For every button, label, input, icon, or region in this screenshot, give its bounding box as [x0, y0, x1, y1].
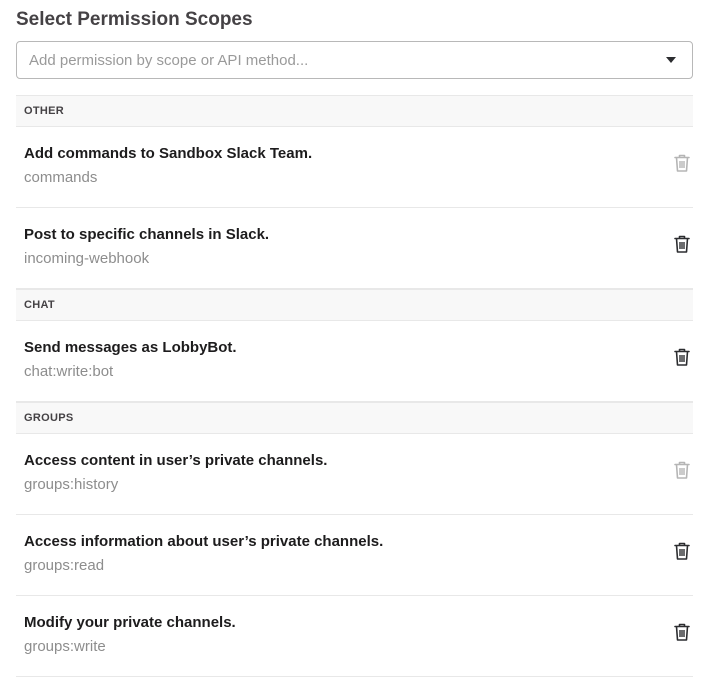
scope-name: groups:write	[24, 638, 106, 655]
scope-name: chat:write:bot	[24, 363, 114, 380]
trash-icon[interactable]	[673, 541, 691, 561]
trash-icon[interactable]	[673, 234, 691, 254]
permission-scopes-panel: Select Permission Scopes OTHER Add comma…	[16, 0, 693, 677]
section-header-groups: GROUPS	[16, 402, 693, 434]
section-header-other: OTHER	[16, 95, 693, 127]
trash-icon[interactable]	[673, 347, 691, 367]
scope-name: commands	[24, 169, 98, 186]
scope-select[interactable]	[16, 41, 693, 79]
scope-name: incoming-webhook	[24, 250, 150, 267]
scope-name: groups:read	[24, 557, 105, 574]
scope-row-chat-write-bot: Send messages as LobbyBot. chat:write:bo…	[16, 321, 693, 402]
trash-icon	[673, 460, 691, 480]
scope-name: groups:history	[24, 476, 119, 493]
scope-row-groups-read: Access information about user’s private …	[16, 515, 693, 596]
scope-search-input[interactable]	[17, 42, 649, 78]
section-header-chat: CHAT	[16, 289, 693, 321]
scope-row-incoming-webhook: Post to specific channels in Slack. inco…	[16, 208, 693, 289]
scope-row-groups-history: Access content in user’s private channel…	[16, 434, 693, 515]
scope-row-groups-write: Modify your private channels. groups:wri…	[16, 596, 693, 677]
scope-description: Send messages as LobbyBot.	[24, 339, 237, 356]
chevron-down-icon[interactable]	[666, 57, 676, 63]
scope-description: Modify your private channels.	[24, 614, 236, 631]
scope-description: Access information about user’s private …	[24, 533, 384, 550]
scope-row-commands: Add commands to Sandbox Slack Team. comm…	[16, 127, 693, 208]
trash-icon[interactable]	[673, 622, 691, 642]
page-title: Select Permission Scopes	[16, 9, 253, 30]
scope-description: Access content in user’s private channel…	[24, 452, 328, 469]
trash-icon	[673, 153, 691, 173]
scope-list: OTHER Add commands to Sandbox Slack Team…	[16, 95, 693, 677]
scope-description: Add commands to Sandbox Slack Team.	[24, 145, 313, 162]
scope-description: Post to specific channels in Slack.	[24, 226, 270, 243]
